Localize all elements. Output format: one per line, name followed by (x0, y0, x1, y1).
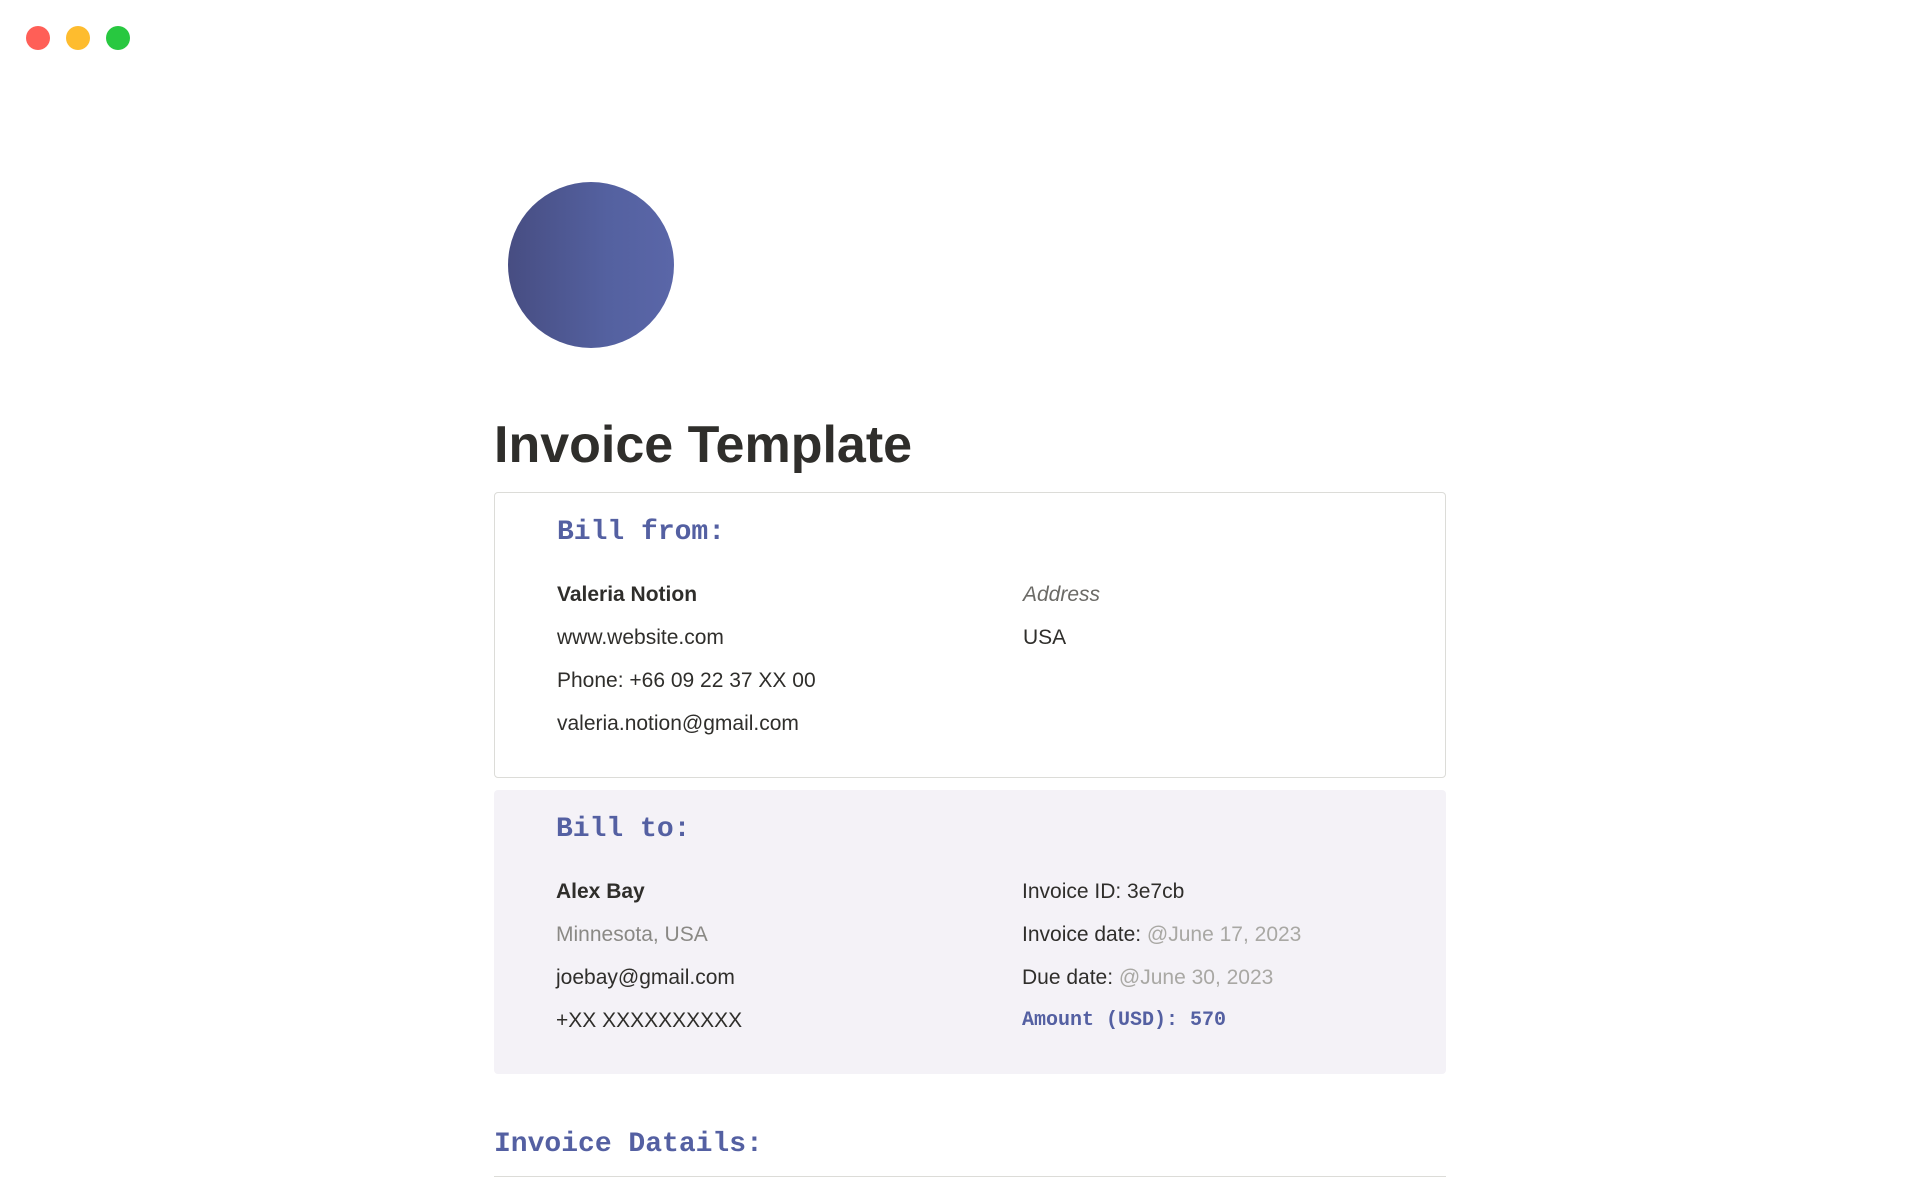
invoice-id[interactable]: Invoice ID: 3e7cb (1022, 870, 1301, 913)
page-title[interactable]: Invoice Template (494, 410, 912, 480)
due-date-mention[interactable]: @June 30, 2023 (1119, 966, 1273, 989)
sender-country[interactable]: USA (1023, 616, 1100, 659)
section-divider (494, 1176, 1446, 1177)
bill-from-contact-column: Valeria Notion www.website.com Phone: +6… (557, 573, 816, 745)
sender-phone[interactable]: Phone: +66 09 22 37 XX 00 (557, 659, 816, 702)
sender-website[interactable]: www.website.com (557, 616, 816, 659)
bill-from-heading[interactable]: Bill from: (557, 513, 725, 553)
bill-to-callout[interactable]: Bill to: Alex Bay Minnesota, USA joebay@… (494, 790, 1446, 1074)
client-email[interactable]: joebay@gmail.com (556, 956, 742, 999)
bill-to-heading[interactable]: Bill to: (556, 810, 690, 850)
invoice-details-heading[interactable]: Invoice Datails: (494, 1120, 763, 1170)
client-location[interactable]: Minnesota, USA (556, 913, 742, 956)
client-phone[interactable]: +XX XXXXXXXXXX (556, 999, 742, 1042)
page-icon[interactable] (508, 182, 674, 348)
close-window-button[interactable] (26, 26, 50, 50)
invoice-amount[interactable]: Amount (USD): 570 (1022, 999, 1301, 1042)
client-name[interactable]: Alex Bay (556, 870, 742, 913)
window-controls (26, 26, 130, 50)
bill-to-contact-column: Alex Bay Minnesota, USA joebay@gmail.com… (556, 870, 742, 1042)
sender-email[interactable]: valeria.notion@gmail.com (557, 702, 816, 745)
due-date-row[interactable]: Due date: @June 30, 2023 (1022, 956, 1301, 999)
due-date-label: Due date: (1022, 966, 1119, 989)
bill-from-address-column: Address USA (1023, 573, 1100, 659)
invoice-meta-column: Invoice ID: 3e7cb Invoice date: @June 17… (1022, 870, 1301, 1042)
sender-address[interactable]: Address (1023, 573, 1100, 616)
bill-from-callout[interactable]: Bill from: Valeria Notion www.website.co… (494, 492, 1446, 778)
invoice-date-label: Invoice date: (1022, 923, 1147, 946)
minimize-window-button[interactable] (66, 26, 90, 50)
maximize-window-button[interactable] (106, 26, 130, 50)
sender-name[interactable]: Valeria Notion (557, 573, 816, 616)
invoice-date-row[interactable]: Invoice date: @June 17, 2023 (1022, 913, 1301, 956)
invoice-date-mention[interactable]: @June 17, 2023 (1147, 923, 1301, 946)
